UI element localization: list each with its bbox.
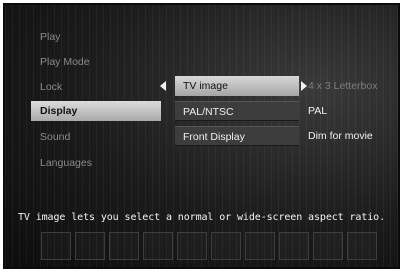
menu-item-display[interactable]: Display (31, 101, 161, 121)
menu-item-languages[interactable]: Languages (40, 153, 92, 173)
menu-item-play[interactable]: Play (40, 27, 60, 47)
osd-screen: Play Play Mode Lock Display Sound Langua… (3, 3, 400, 269)
value-front-display: Dim for movie (308, 130, 373, 142)
film-frame (41, 232, 71, 260)
film-frame (347, 232, 377, 260)
film-frame (313, 232, 343, 260)
film-frame (177, 232, 207, 260)
value-pal-ntsc: PAL (308, 105, 328, 117)
menu-item-lock[interactable]: Lock (40, 77, 62, 97)
value-tv-image: 4 x 3 Letterbox (308, 80, 378, 92)
film-frame (109, 232, 139, 260)
option-pal-ntsc[interactable]: PAL/NTSC (175, 101, 299, 121)
menu-item-play-mode[interactable]: Play Mode (40, 52, 90, 72)
film-frame (143, 232, 173, 260)
arrow-left-icon[interactable] (160, 81, 166, 91)
help-text: TV image lets you select a normal or wid… (17, 212, 386, 223)
option-tv-image[interactable]: TV image (175, 76, 299, 96)
film-frame (279, 232, 309, 260)
option-front-display[interactable]: Front Display (175, 126, 299, 146)
film-frame (75, 232, 105, 260)
decorative-film-strip (13, 232, 394, 264)
menu-item-sound[interactable]: Sound (40, 127, 70, 147)
arrow-right-icon[interactable] (301, 81, 307, 91)
film-frame (211, 232, 241, 260)
film-frame (245, 232, 275, 260)
